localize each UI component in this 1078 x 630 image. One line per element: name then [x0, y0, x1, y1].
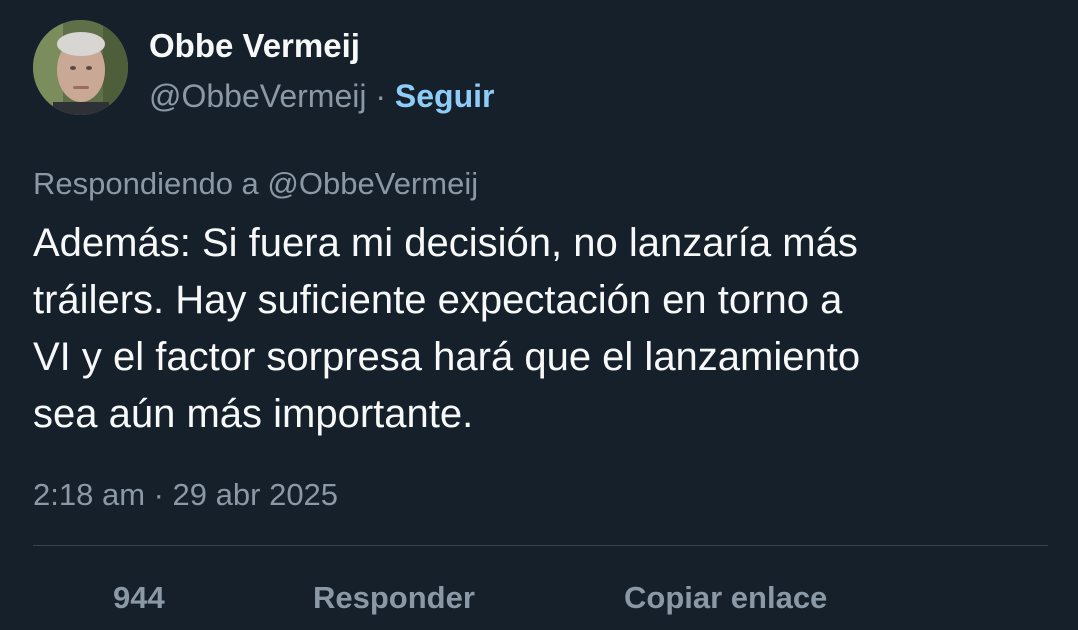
- follow-button[interactable]: Seguir: [395, 78, 495, 114]
- reply-context: Respondiendo a @ObbeVermeij: [33, 164, 478, 204]
- tweet-timestamp[interactable]: 2:18 am · 29 abr 2025: [33, 475, 338, 515]
- likes-count[interactable]: 944: [113, 578, 165, 618]
- tweet-text: Además: Si fuera mi decisión, no lanzarí…: [33, 221, 861, 436]
- reply-context-prefix: Respondiendo a: [33, 166, 259, 201]
- author-handle[interactable]: @ObbeVermeij: [149, 78, 366, 114]
- author-display-name[interactable]: Obbe Vermeij: [149, 26, 360, 66]
- avatar[interactable]: [33, 20, 128, 115]
- tweet-card: Obbe Vermeij @ObbeVermeij · Seguir Respo…: [0, 0, 1078, 630]
- divider: [33, 545, 1048, 546]
- separator-dot: ·: [375, 78, 387, 114]
- reply-context-mention[interactable]: @ObbeVermeij: [267, 166, 478, 201]
- copy-link-button[interactable]: Copiar enlace: [624, 578, 827, 618]
- reply-button[interactable]: Responder: [313, 578, 475, 618]
- author-handle-row: @ObbeVermeij · Seguir: [149, 76, 494, 116]
- action-bar: 944 Responder Copiar enlace: [0, 578, 1078, 618]
- avatar-image: [33, 20, 128, 115]
